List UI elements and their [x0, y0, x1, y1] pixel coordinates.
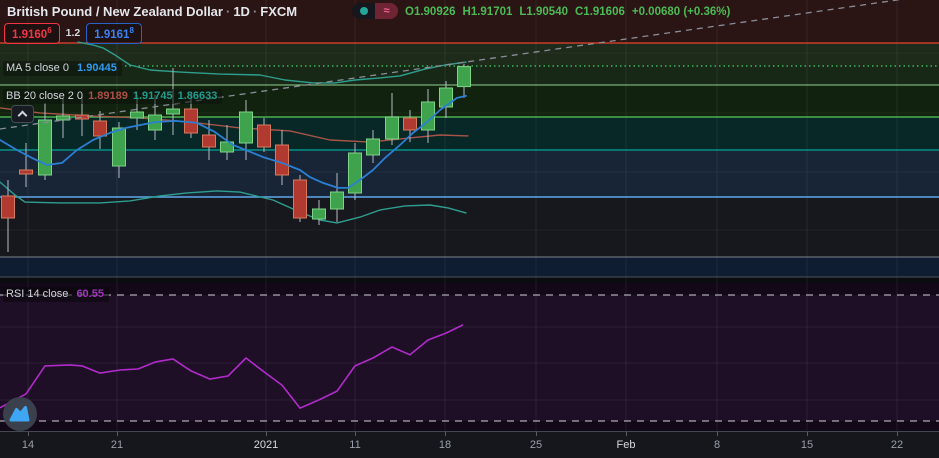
ohlc-l-value: L1.90540 [519, 6, 568, 18]
candle [130, 111, 144, 119]
symbol-title[interactable]: British Pound / New Zealand Dollar [7, 4, 223, 19]
title-separator: · [252, 4, 258, 19]
price-zone-band [0, 257, 939, 277]
ohlc-c-value: C1.91606 [575, 6, 625, 18]
x-axis-label: 18 [438, 439, 452, 451]
bb-label: BB 20 close 2 0 [6, 90, 84, 102]
candle [257, 124, 271, 148]
axis-tick [28, 432, 29, 436]
rsi-label: RSI 14 close [6, 288, 69, 300]
candle [366, 138, 380, 156]
axis-tick [117, 432, 118, 436]
dot-toggle-icon[interactable] [352, 3, 375, 19]
x-axis-label: 11 [349, 439, 361, 451]
candle [19, 169, 33, 175]
chevron-up-icon [17, 110, 28, 121]
provider-logo-button[interactable] [3, 397, 37, 431]
candle [1, 195, 15, 219]
bb-value: 1.86633 [177, 90, 218, 102]
x-axis-label: 22 [890, 439, 904, 451]
price-zone-band [0, 150, 939, 197]
candle [166, 108, 180, 115]
spread-value: 1.2 [65, 27, 81, 40]
bb-value: 1.89189 [88, 90, 128, 102]
rsi-indicator-legend[interactable]: RSI 14 close 60.55 [3, 287, 109, 302]
candle [330, 191, 344, 210]
candle [112, 127, 126, 167]
time-axis[interactable]: 14 21 2021 11 18 25 Feb 8 15 22 [0, 431, 939, 458]
axis-tick [626, 432, 627, 436]
x-axis-label: 15 [800, 439, 814, 451]
rsi-chart-canvas[interactable] [0, 283, 939, 431]
axis-tick [807, 432, 808, 436]
axis-tick [897, 432, 898, 436]
buy-price-button[interactable]: 1.91618 [86, 23, 142, 44]
rsi-value: 60.55 [76, 288, 104, 300]
mountain-chart-icon [9, 406, 30, 422]
candle [202, 134, 216, 148]
axis-tick [355, 432, 356, 436]
chart-style-toggle[interactable]: ≈ [352, 3, 398, 19]
rsi-pane[interactable]: RSI 14 close 60.55 [0, 283, 939, 431]
bb-value: 1.91745 [132, 90, 173, 102]
candle [38, 119, 52, 176]
exchange-label[interactable]: FXCM [260, 4, 297, 19]
bb-indicator-legend[interactable]: BB 20 close 2 0 1.89189 1.91745 1.86633 [3, 89, 223, 104]
ma-indicator-legend[interactable]: MA 5 close 0 1.90445 [3, 61, 122, 76]
x-axis-label: 25 [529, 439, 543, 451]
axis-tick [536, 432, 537, 436]
candle [457, 66, 471, 88]
approx-toggle-icon[interactable]: ≈ [375, 3, 398, 19]
quote-row: 1.91606 1.2 1.91618 [4, 23, 142, 44]
symbol-title-row: British Pound / New Zealand Dollar · 1D · FX… [7, 4, 297, 19]
x-axis-label: 8 [713, 439, 721, 451]
axis-tick [445, 432, 446, 436]
x-axis-label: 21 [110, 439, 124, 451]
candle [439, 87, 453, 108]
ohlc-readout: O1.90926 H1.91701 L1.90540 C1.91606 +0.00680… [405, 6, 737, 18]
candle [385, 116, 399, 140]
candle [184, 108, 198, 134]
candle [312, 208, 326, 220]
change-value: +0.00680 (+0.36%) [631, 6, 731, 18]
axis-tick [717, 432, 718, 436]
candle [239, 111, 253, 144]
candle [275, 144, 289, 176]
ohlc-o-value: O1.90926 [405, 6, 456, 18]
price-zone-band [0, 197, 939, 257]
interval-label[interactable]: 1D [233, 4, 250, 19]
ma-label: MA 5 close 0 [6, 62, 69, 74]
title-separator: · [225, 4, 231, 19]
sell-price-button[interactable]: 1.91606 [4, 23, 60, 44]
x-axis-label: 14 [21, 439, 35, 451]
candle [403, 117, 417, 131]
axis-tick [266, 432, 267, 436]
price-zone-band [0, 43, 939, 66]
ma-value: 1.90445 [77, 62, 117, 74]
chart-window: British Pound / New Zealand Dollar · 1D · FX… [0, 0, 939, 458]
collapse-pane-button[interactable] [11, 105, 34, 123]
x-axis-label: Feb [616, 439, 636, 451]
main-chart-pane[interactable]: British Pound / New Zealand Dollar · 1D · FX… [0, 0, 939, 283]
candle [93, 120, 107, 137]
x-axis-label: 2021 [253, 439, 279, 451]
price-zone-band [0, 117, 939, 150]
candle [293, 179, 307, 219]
ohlc-h-value: H1.91701 [462, 6, 513, 18]
